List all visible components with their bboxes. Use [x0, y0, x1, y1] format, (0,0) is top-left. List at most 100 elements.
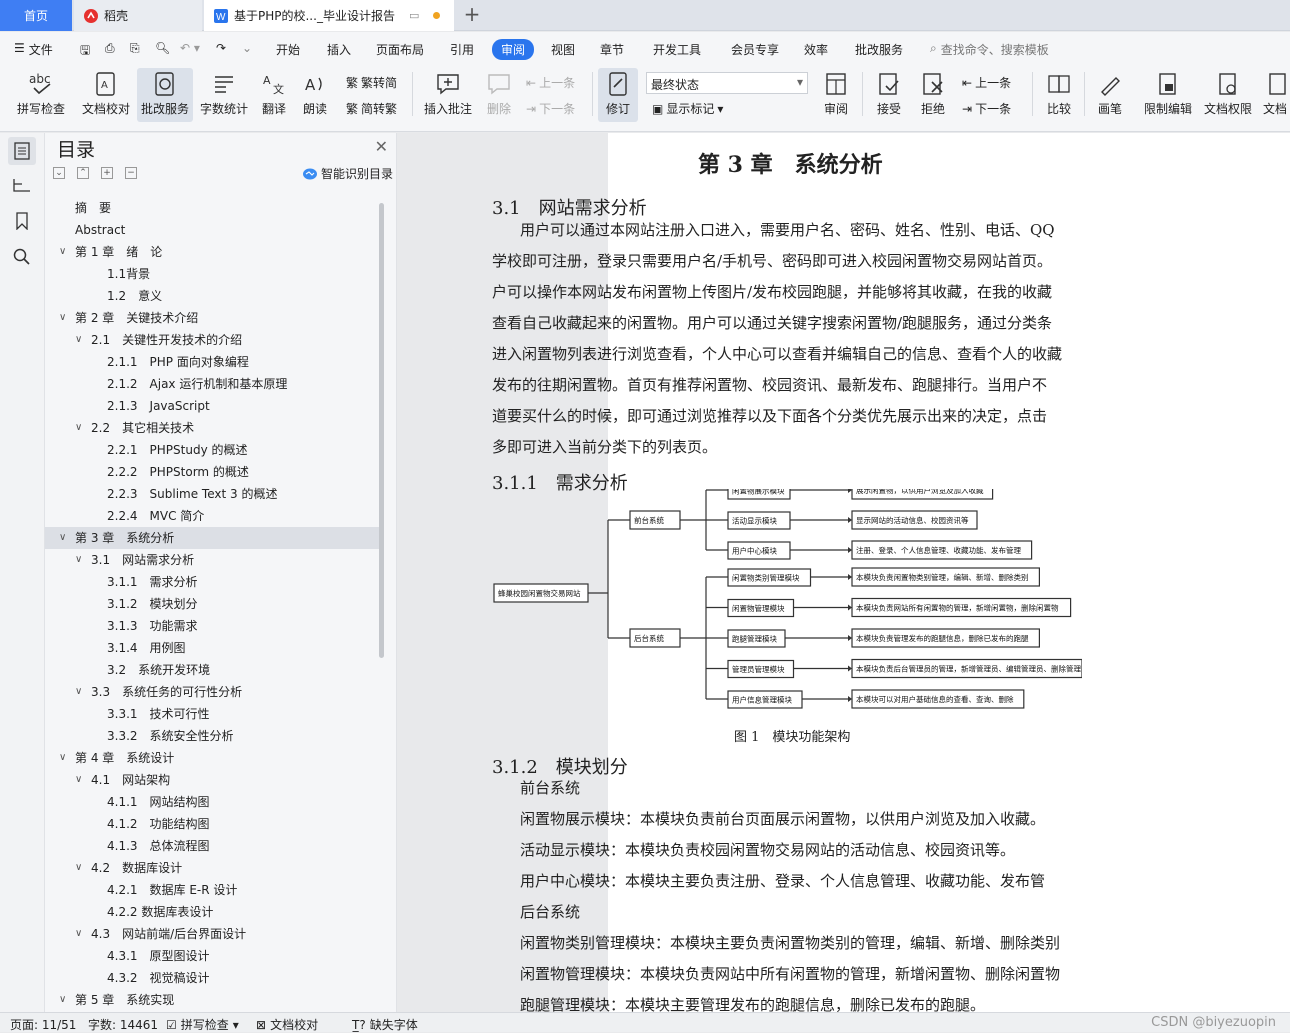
menu-member[interactable]: 会员专享	[731, 41, 779, 58]
expand-plus-icon[interactable]: +	[101, 167, 113, 179]
toc-item[interactable]: ∨ 2.2 其它相关技术	[45, 417, 380, 439]
toc-item[interactable]: 2.2.3 Sublime Text 3 的概述	[45, 483, 380, 505]
toc-item[interactable]: ∨ 4.1 网站架构	[45, 769, 380, 791]
export-pdf-icon[interactable]: ⎙	[105, 41, 115, 56]
more-chevron-icon[interactable]: ⌄	[242, 41, 252, 55]
tab-document[interactable]: W 基于PHP的校..._毕业设计报告 ▭	[204, 0, 454, 31]
simp-to-trad-button[interactable]: 繁简转繁	[346, 100, 397, 117]
preview-icon[interactable]: 🔍︎	[155, 41, 170, 55]
compare-button[interactable]: 比较	[1040, 68, 1078, 122]
toc-item[interactable]: 3.1.2 模块划分	[45, 593, 380, 615]
toc-item[interactable]: 4.1.3 总体流程图	[45, 835, 380, 857]
chevron-down-icon[interactable]: ∨	[75, 857, 82, 879]
print-icon[interactable]: ⎘	[130, 41, 140, 56]
word-count-status[interactable]: 字数: 14461	[88, 1016, 158, 1033]
chevron-down-icon[interactable]: ∨	[59, 989, 66, 1011]
next-change-button[interactable]: ⇥ 下一条	[962, 100, 1011, 117]
next-comment-button[interactable]: ⇥ 下一条	[526, 100, 575, 117]
menu-reference[interactable]: 引用	[450, 41, 474, 58]
toc-item[interactable]: 4.1.2 功能结构图	[45, 813, 380, 835]
word-count-button[interactable]: 字数统计	[198, 68, 250, 122]
smart-toc-button[interactable]: 智能识别目录	[303, 165, 393, 182]
chevron-down-icon[interactable]: ∨	[75, 549, 82, 571]
restrict-edit-button[interactable]: 限制编辑	[1140, 68, 1196, 122]
toc-item[interactable]: 3.2 系统开发环境	[45, 659, 380, 681]
collapse-all-icon[interactable]: ⌄	[53, 167, 65, 179]
accept-button[interactable]: 接受	[870, 68, 908, 122]
chevron-down-icon[interactable]: ∨	[59, 527, 66, 549]
new-tab-button[interactable]: +	[460, 3, 484, 27]
toc-item[interactable]: ∨ 第 2 章 关键技术介绍	[45, 307, 380, 329]
menu-start[interactable]: 开始	[276, 41, 300, 58]
toc-item[interactable]: 2.1.3 JavaScript	[45, 395, 380, 417]
toc-item[interactable]: ∨ 第 5 章 系统实现	[45, 989, 380, 1011]
chevron-down-icon[interactable]: ∨	[59, 241, 66, 263]
menu-efficiency[interactable]: 效率	[804, 41, 828, 58]
correct-service-button[interactable]: 批改服务	[137, 68, 193, 122]
display-state-select[interactable]: 最终状态 ▾	[646, 72, 808, 94]
file-menu[interactable]: ☰ 文件	[14, 41, 53, 58]
toc-item[interactable]: ∨ 第 4 章 系统设计	[45, 747, 380, 769]
screen-icon[interactable]: ▭	[409, 9, 419, 22]
menu-devtools[interactable]: 开发工具	[653, 41, 701, 58]
chevron-down-icon[interactable]: ∨	[75, 923, 82, 945]
toc-item[interactable]: 3.1.3 功能需求	[45, 615, 380, 637]
toc-item[interactable]: Abstract	[45, 219, 380, 241]
read-aloud-button[interactable]: A 朗读	[298, 68, 332, 122]
toc-item[interactable]: ∨ 3.1 网站需求分析	[45, 549, 380, 571]
toc-item[interactable]: 2.1.1 PHP 面向对象编程	[45, 351, 380, 373]
toc-item[interactable]: 1.1背景	[45, 263, 380, 285]
chevron-down-icon[interactable]: ∨	[75, 329, 82, 351]
translate-button[interactable]: A文 翻译	[256, 68, 292, 122]
prev-change-button[interactable]: ⇤ 上一条	[962, 74, 1011, 91]
toc-view-icon[interactable]	[8, 137, 36, 165]
toc-item[interactable]: 2.2.4 MVC 简介	[45, 505, 380, 527]
show-markup-button[interactable]: ▣ 显示标记 ▾	[652, 100, 723, 117]
review-pane-button[interactable]: 审阅	[816, 68, 856, 122]
toc-item[interactable]: 2.1.2 Ajax 运行机制和基本原理	[45, 373, 380, 395]
chevron-down-icon[interactable]: ∨	[75, 769, 82, 791]
reject-button[interactable]: 拒绝	[914, 68, 952, 122]
undo-icon[interactable]: ↶ ▾	[180, 41, 200, 55]
chevron-down-icon[interactable]: ∨	[59, 747, 66, 769]
toc-item[interactable]: 3.3.2 系统安全性分析	[45, 725, 380, 747]
page-indicator[interactable]: 页面: 11/51	[10, 1016, 76, 1033]
toc-item[interactable]: 4.3.1 原型图设计	[45, 945, 380, 967]
toc-item[interactable]: 4.3.2 视觉稿设计	[45, 967, 380, 989]
chevron-down-icon[interactable]: ∨	[75, 417, 82, 439]
redo-icon[interactable]: ↷	[216, 41, 226, 55]
toc-scrollbar[interactable]	[379, 203, 384, 658]
find-icon[interactable]	[8, 243, 36, 271]
chevron-down-icon[interactable]: ∨	[59, 307, 66, 329]
collapse-minus-icon[interactable]: −	[125, 167, 137, 179]
toc-item[interactable]: 3.1.4 用例图	[45, 637, 380, 659]
spell-check-button[interactable]: abc 拼写检查	[10, 68, 72, 122]
command-search[interactable]: ⌕ 查找命令、搜索模板	[930, 41, 1049, 58]
menu-chapter[interactable]: 章节	[600, 41, 624, 58]
save-icon[interactable]: 🖫	[80, 41, 90, 62]
menu-review[interactable]: 审阅	[492, 39, 535, 60]
doc-more-button[interactable]: 文档	[1260, 68, 1290, 122]
toc-item[interactable]: 3.1.1 需求分析	[45, 571, 380, 593]
spell-check-status[interactable]: ☑ 拼写检查 ▾	[166, 1016, 239, 1033]
toc-item[interactable]: ∨ 第 1 章 绪 论	[45, 241, 380, 263]
pen-button[interactable]: 画笔	[1092, 68, 1128, 122]
toc-item[interactable]: 1.2 意义	[45, 285, 380, 307]
doc-permission-button[interactable]: 文档权限	[1200, 68, 1256, 122]
tab-home[interactable]: 首页	[0, 0, 72, 31]
menu-layout[interactable]: 页面布局	[376, 41, 424, 58]
chevron-down-icon[interactable]: ∨	[75, 681, 82, 703]
trad-to-simp-button[interactable]: 繁繁转简	[346, 74, 397, 91]
delete-comment-button[interactable]: 删除	[480, 68, 518, 122]
toc-item[interactable]: ∨ 4.2 数据库设计	[45, 857, 380, 879]
bookmark-icon[interactable]	[8, 207, 36, 235]
toc-item[interactable]: 4.2.2 数据库表设计	[45, 901, 380, 923]
toc-item[interactable]: 2.2.1 PHPStudy 的概述	[45, 439, 380, 461]
prev-comment-button[interactable]: ⇤ 上一条	[526, 74, 575, 91]
toc-item[interactable]: ∨ 2.1 关键性开发技术的介绍	[45, 329, 380, 351]
toc-item[interactable]: ∨ 3.3 系统任务的可行性分析	[45, 681, 380, 703]
chapter-nav-icon[interactable]	[8, 171, 36, 199]
toc-item[interactable]: ∨ 第 3 章 系统分析	[45, 527, 380, 549]
missing-font-status[interactable]: T̲? 缺失字体	[352, 1016, 418, 1033]
toc-item[interactable]: 2.2.2 PHPStorm 的概述	[45, 461, 380, 483]
